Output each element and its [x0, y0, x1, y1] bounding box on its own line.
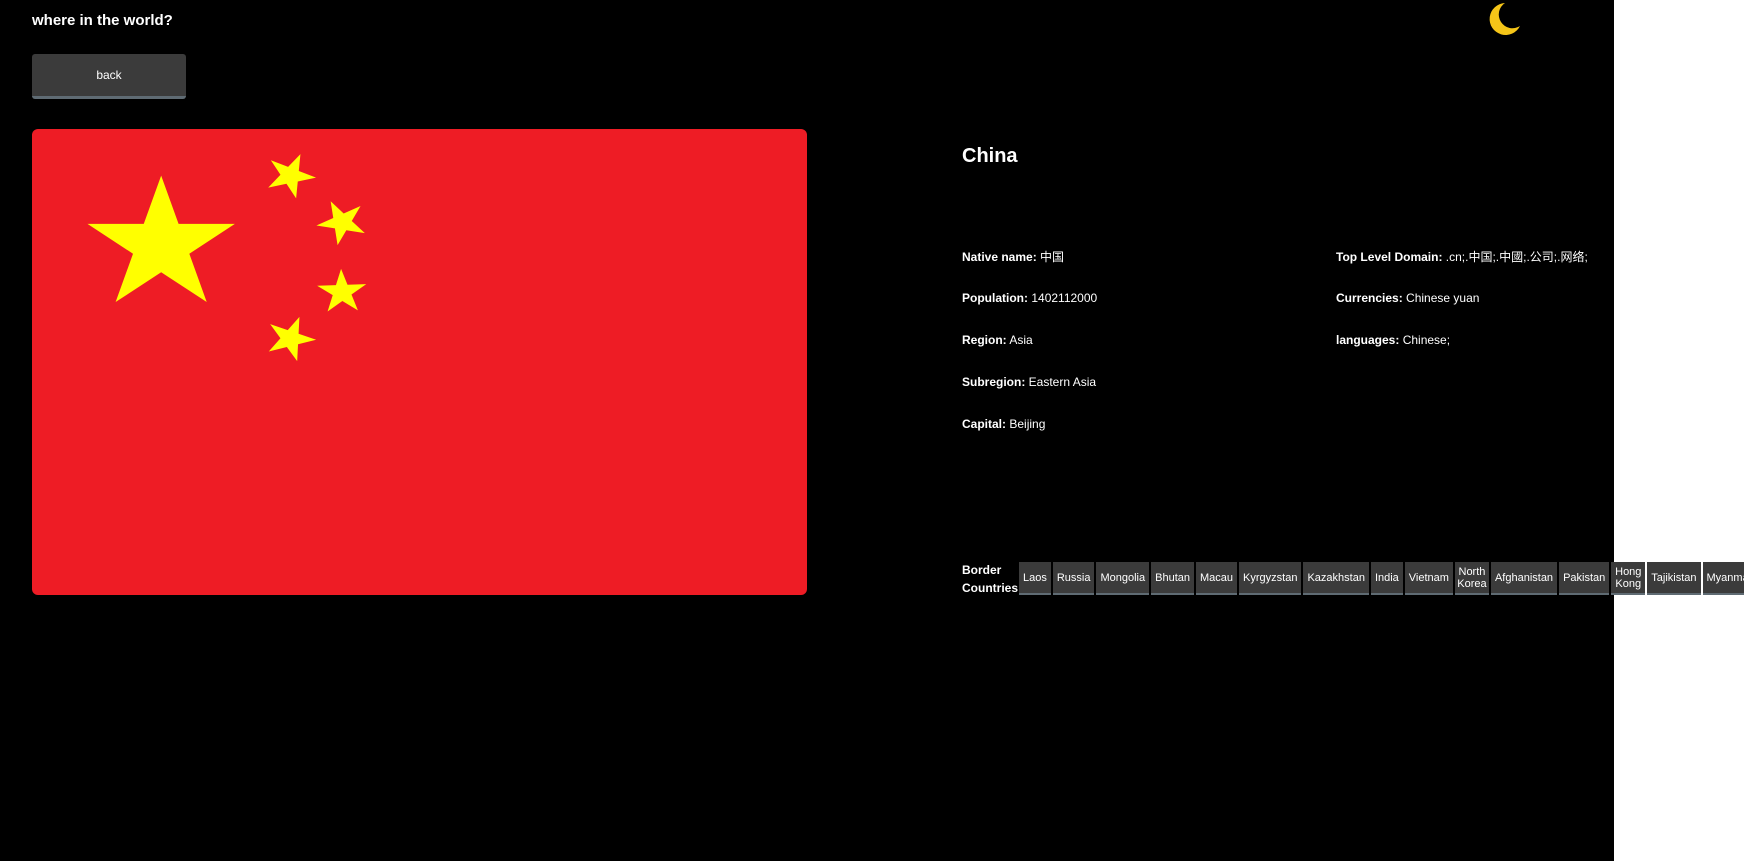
region-field: Region: Asia [962, 333, 1033, 347]
border-country-button[interactable]: Pakistan [1559, 562, 1610, 595]
currencies-field-label: Currencies: [1336, 291, 1403, 305]
border-country-button[interactable]: Mongolia [1096, 562, 1150, 595]
subregion-field-label: Subregion: [962, 375, 1026, 389]
region-field-value: Asia [1009, 333, 1033, 347]
languages-field-value: Chinese; [1402, 333, 1451, 347]
population-field: Population: 1402112000 [962, 291, 1097, 305]
border-country-button[interactable]: Hong Kong [1611, 562, 1646, 595]
subregion-field-value: Eastern Asia [1028, 375, 1097, 389]
subregion-field: Subregion: Eastern Asia [962, 375, 1096, 389]
border-country-button[interactable]: Laos [1019, 562, 1051, 595]
theme-toggle[interactable] [1483, 0, 1523, 42]
border-country-button[interactable]: Kyrgyzstan [1239, 562, 1302, 595]
capital-field-label: Capital: [962, 417, 1007, 431]
top-level-domain-field: Top Level Domain: .cn;.中国;.中國;.公司;.网络; [1336, 248, 1588, 265]
border-countries-list: Laos Russia Mongolia Bhutan Macau Kyrgyzstan K… [1019, 562, 1744, 595]
population-field-value: 1402112000 [1031, 291, 1098, 305]
country-name: China [962, 145, 1018, 167]
population-field-label: Population: [962, 291, 1028, 305]
border-country-button[interactable]: Tajikistan [1647, 562, 1701, 595]
native-name-field-label: Native name: [962, 250, 1037, 264]
border-countries-label: Border Countries: [962, 563, 1022, 595]
back-button[interactable]: back [32, 54, 186, 99]
currencies-field-value: Chinese yuan [1406, 291, 1480, 305]
border-country-button[interactable]: India [1370, 562, 1403, 595]
languages-field: languages: Chinese; [1336, 333, 1450, 347]
currencies-field: Currencies: Chinese yuan [1336, 291, 1479, 305]
border-country-button[interactable]: North Korea [1454, 562, 1489, 595]
border-country-button[interactable]: Bhutan [1151, 562, 1194, 595]
capital-field-value: Beijing [1009, 417, 1046, 431]
app-title: where in the world? [32, 12, 173, 29]
border-country-button[interactable]: Afghanistan [1490, 562, 1558, 595]
native-name-field-value: 中国 [1040, 250, 1065, 264]
capital-field: Capital: Beijing [962, 417, 1045, 431]
region-field-label: Region: [962, 333, 1007, 347]
border-country-button[interactable]: Russia [1052, 562, 1095, 595]
border-country-button[interactable]: Vietnam [1404, 562, 1453, 595]
border-country-button[interactable]: Kazakhstan [1303, 562, 1369, 595]
top-level-domain-field-label: Top Level Domain: [1336, 250, 1443, 264]
app-background: where in the world? back China Border Co… [0, 0, 1744, 861]
moon-icon[interactable] [1483, 0, 1523, 42]
border-country-button[interactable]: Macau [1196, 562, 1238, 595]
country-flag [32, 129, 807, 595]
native-name-field: Native name: 中国 [962, 248, 1064, 265]
top-level-domain-field-value: .cn;.中国;.中國;.公司;.网络; [1445, 250, 1588, 264]
border-country-button[interactable]: Myanmar [1702, 562, 1744, 595]
languages-field-label: languages: [1336, 333, 1400, 347]
